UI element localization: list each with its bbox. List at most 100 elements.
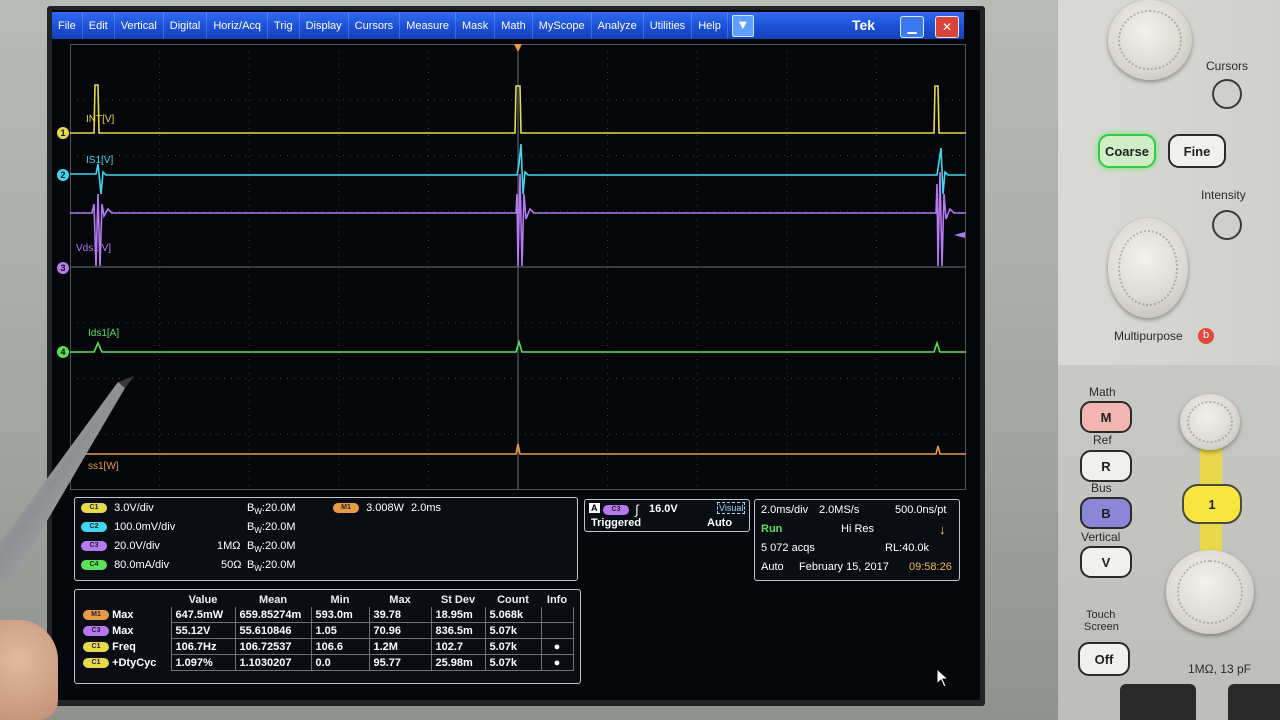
menu-edit[interactable]: Edit	[83, 12, 115, 39]
cell-value: 55.12V	[170, 622, 236, 639]
ch2-marker-text: 2	[60, 170, 65, 180]
close-button[interactable]: ✕	[935, 16, 959, 38]
multipurpose-b-badge: b	[1198, 328, 1214, 344]
menu-myscope[interactable]: MyScope	[533, 12, 592, 39]
header-blank	[79, 592, 171, 607]
menu-utilities[interactable]: Utilities	[644, 12, 693, 39]
row-label: C3 Max	[79, 623, 171, 639]
cell-max: 1.2M	[368, 638, 432, 655]
row-badge: C1	[83, 657, 109, 668]
acquisition-mode: Hi Res	[841, 523, 875, 535]
math-button[interactable]: M	[1080, 401, 1132, 433]
upper-knob[interactable]	[1108, 0, 1192, 80]
table-row[interactable]: C1 +DtyCyc 1.097% 1.1030207 0.0 95.77 25…	[79, 654, 574, 671]
row-label: C1 +DtyCyc	[79, 655, 171, 671]
mouse-pointer-icon	[936, 668, 950, 688]
intensity-button[interactable]	[1212, 210, 1242, 240]
header-stdev: St Dev	[440, 593, 476, 606]
date: February 15, 2017	[799, 561, 889, 573]
trigger-level-icon: ↓	[939, 522, 946, 537]
coarse-button[interactable]: Coarse	[1098, 134, 1156, 168]
menu-cursors[interactable]: Cursors	[349, 12, 401, 39]
bw-sub: W	[254, 507, 262, 517]
minimize-button[interactable]: ▁	[900, 16, 924, 38]
vertical-scale-knob[interactable]	[1166, 550, 1254, 634]
trigger-level: 16.0V	[649, 503, 678, 515]
table-row[interactable]: C3 Max 55.12V 55.610846 1.05 70.96 836.5…	[79, 622, 574, 639]
ground-markers: 1 2 3 4	[57, 127, 69, 358]
table-row[interactable]: M1 Max 647.5mW 659.85274m 593.0m 39.78 1…	[79, 607, 574, 623]
ch3-termination: 1MΩ	[217, 540, 241, 552]
run-state: Run	[761, 523, 783, 535]
vertical-position-knob[interactable]	[1180, 394, 1240, 450]
channel1-button[interactable]: 1	[1182, 484, 1242, 524]
menu-horiz-acq[interactable]: Horiz/Acq	[207, 12, 269, 39]
menu-help[interactable]: Help	[692, 12, 728, 39]
cursors-button[interactable]	[1212, 79, 1242, 109]
ch1-bw-value: 20.0M	[264, 502, 296, 514]
row-badge: C1	[83, 641, 109, 652]
acquisition-trigger-mode: Auto	[761, 561, 784, 573]
trigger-position-marker[interactable]	[514, 44, 522, 52]
menu-digital[interactable]: Digital	[164, 12, 208, 39]
intensity-label: Intensity	[1201, 188, 1246, 202]
fine-button[interactable]: Fine	[1168, 134, 1226, 168]
record-length: RL:40.0k	[885, 542, 930, 554]
menu-file[interactable]: File	[52, 12, 83, 39]
bw-sub: W	[254, 545, 262, 555]
menu-analyze[interactable]: Analyze	[592, 12, 644, 39]
header-count: Count	[497, 593, 529, 606]
ch4-marker-text: 4	[60, 347, 65, 357]
measurement-name: Freq	[112, 640, 136, 653]
multipurpose-label: Multipurpose	[1114, 329, 1183, 343]
trigger-readout-panel[interactable]: A C3 ∫ 16.0V Visual Triggered Auto	[584, 499, 750, 532]
bw-sub: W	[254, 564, 262, 574]
math1-readout[interactable]: M1 3.008W 2.0ms	[333, 502, 441, 514]
info-icon[interactable]: ●	[540, 638, 574, 655]
ch3-marker-text: 3	[60, 263, 65, 273]
acquisition-readout-panel[interactable]: 2.0ms/div 2.0MS/s 500.0ns/pt Run Hi Res …	[754, 499, 960, 581]
trigger-source-badge: C3	[603, 505, 629, 515]
measurement-name: +DtyCyc	[112, 656, 157, 669]
ch3-label: Vds1[V]	[76, 243, 111, 254]
center-axes	[70, 44, 966, 490]
probe-connector-2	[1228, 684, 1280, 720]
trigger-mode: Auto	[707, 517, 733, 529]
cell-min: 593.0m	[310, 607, 370, 623]
menu-mask[interactable]: Mask	[456, 12, 496, 39]
ref-button[interactable]: R	[1080, 450, 1132, 482]
trigger-state: Triggered	[591, 517, 642, 529]
ch3-bandwidth: BW:20.0M	[247, 540, 296, 555]
cell-count: 5.068k	[484, 607, 542, 623]
finger	[0, 620, 58, 720]
ref-label: Ref	[1093, 433, 1112, 447]
acquisition-count: 5 072 acqs	[761, 542, 815, 554]
math-label: Math	[1089, 385, 1116, 399]
cell-info[interactable]	[540, 622, 574, 639]
cell-count: 5.07k	[484, 638, 542, 655]
touch-label: Touch	[1086, 609, 1116, 621]
header-info: Info	[546, 593, 568, 606]
menu-trig[interactable]: Trig	[268, 12, 300, 39]
vertical-button[interactable]: V	[1080, 546, 1132, 578]
menu-bar: File Edit Vertical Digital Horiz/Acq Tri…	[52, 12, 964, 39]
waveform-graticule[interactable]: INT[V] IS1[V] Vds1[V] Ids1[A] ss1[W]	[70, 44, 966, 490]
cell-info[interactable]	[540, 607, 574, 623]
menu-display[interactable]: Display	[300, 12, 349, 39]
measurement-panel[interactable]: Value Mean Min Max St Dev Count Info M1 …	[74, 589, 581, 684]
bus-label: Bus	[1091, 481, 1112, 495]
bus-button[interactable]: B	[1080, 497, 1132, 529]
menu-measure[interactable]: Measure	[400, 12, 456, 39]
menu-dropdown-button[interactable]: ▼	[731, 14, 754, 37]
visual-trigger-indicator[interactable]: Visual	[717, 502, 746, 514]
menu-math[interactable]: Math	[495, 12, 533, 39]
measurement-name: Max	[112, 608, 134, 621]
touch-screen-off-button[interactable]: Off	[1078, 642, 1130, 676]
time: 09:58:26	[909, 561, 952, 573]
info-icon[interactable]: ●	[540, 654, 574, 671]
menu-vertical[interactable]: Vertical	[115, 12, 164, 39]
measurement-header-row: Value Mean Min Max St Dev Count Info	[79, 592, 573, 607]
multipurpose-b-knob[interactable]	[1108, 218, 1188, 318]
table-row[interactable]: C1 Freq 106.7Hz 106.72537 106.6 1.2M 102…	[79, 638, 574, 655]
cell-max: 39.78	[368, 607, 432, 623]
